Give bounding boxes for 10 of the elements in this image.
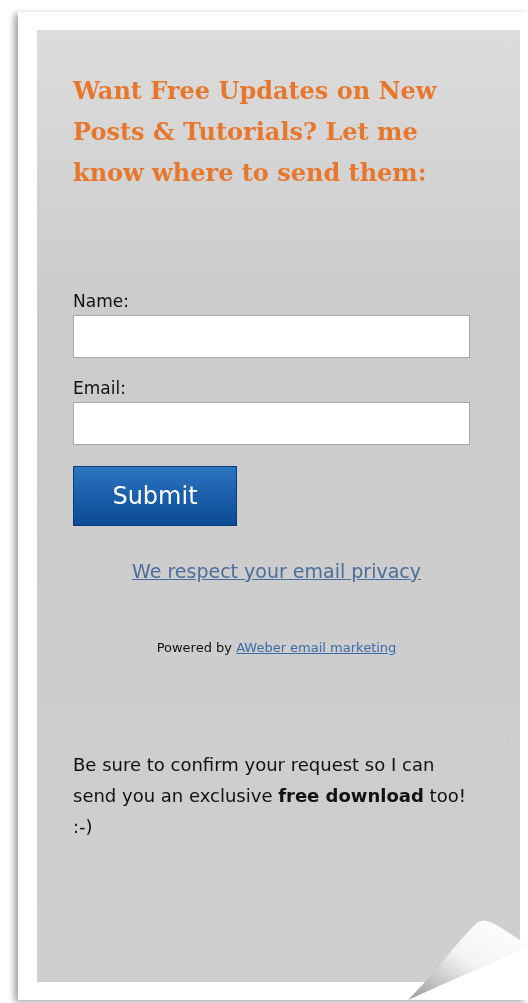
input-field[interactable] (73, 315, 470, 358)
aweber-link[interactable]: AWeber email marketing (236, 640, 397, 655)
field-label: Email: (73, 377, 127, 400)
privacy-link[interactable]: We respect your email privacy (132, 560, 421, 582)
input-field[interactable] (73, 402, 470, 445)
field-label: Name: (73, 290, 130, 313)
powered-by-text: Powered by (156, 640, 232, 655)
submit-button[interactable]: Submit (73, 466, 237, 526)
form-heading: Want Free Updates on New Posts & Tutorials? Let me know where to send them: (73, 75, 438, 189)
confirm-note: Be sure to confirm your request so I can send you an exclusive free download too! :-) (73, 753, 467, 839)
